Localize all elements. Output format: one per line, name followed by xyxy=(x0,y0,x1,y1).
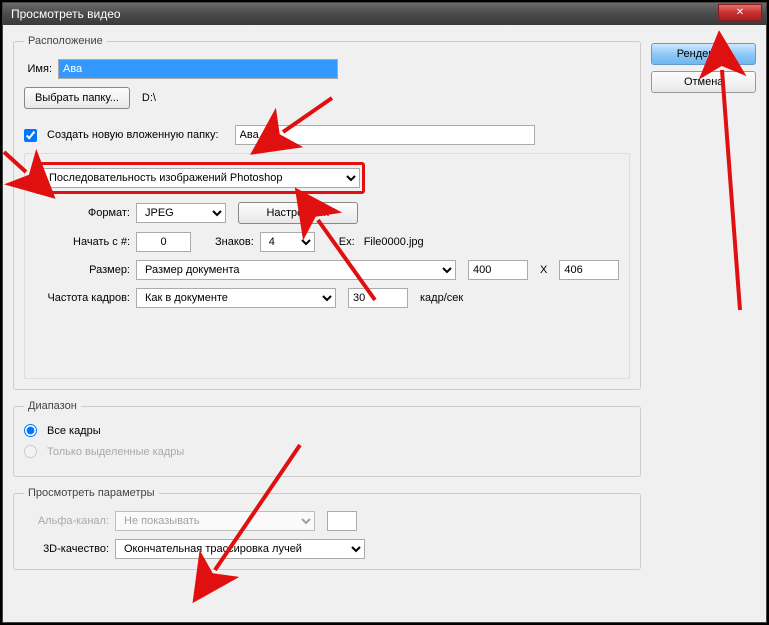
left-column: Расположение Имя: Выбрать папку... D:\ С… xyxy=(13,35,641,580)
digits-label: Знаков: xyxy=(215,236,254,248)
quality-label: 3D-качество: xyxy=(24,543,109,555)
cancel-button[interactable]: Отмена xyxy=(651,71,756,93)
preview-legend: Просмотреть параметры xyxy=(24,487,159,499)
create-subfolder-checkbox[interactable] xyxy=(24,129,37,142)
dialog-window: Просмотреть видео ✕ Расположение Имя: Вы… xyxy=(2,2,767,623)
selected-frames-radio[interactable] xyxy=(24,445,37,458)
location-fieldset: Расположение Имя: Выбрать папку... D:\ С… xyxy=(13,35,641,390)
window-title: Просмотреть видео xyxy=(11,7,121,21)
name-input[interactable] xyxy=(58,59,338,79)
sequence-type-row: Последовательность изображений Photoshop xyxy=(35,162,619,194)
fps-row: Частота кадров: Как в документе кадр/сек xyxy=(35,288,619,308)
folder-row: Выбрать папку... D:\ xyxy=(24,87,630,109)
x-separator: X xyxy=(540,264,547,276)
sequence-type-select[interactable]: Последовательность изображений Photoshop xyxy=(40,168,360,188)
alpha-extra-input[interactable] xyxy=(327,511,357,531)
format-label: Формат: xyxy=(35,207,130,219)
right-column: Рендеринг Отмена xyxy=(651,35,756,580)
format-row: Формат: JPEG Настройки... xyxy=(35,202,619,224)
alpha-label: Альфа-канал: xyxy=(24,515,109,527)
select-folder-button[interactable]: Выбрать папку... xyxy=(24,87,130,109)
format-section: Последовательность изображений Photoshop… xyxy=(24,153,630,379)
digits-select[interactable]: 4 xyxy=(260,232,315,252)
selected-frames-label: Только выделенные кадры xyxy=(47,446,184,458)
name-row: Имя: xyxy=(24,59,630,79)
close-icon: ✕ xyxy=(736,7,744,18)
content-area: Расположение Имя: Выбрать папку... D:\ С… xyxy=(3,25,766,590)
subfolder-input[interactable] xyxy=(235,125,535,145)
fps-mode-select[interactable]: Как в документе xyxy=(136,288,336,308)
height-input[interactable] xyxy=(559,260,619,280)
all-frames-label: Все кадры xyxy=(47,425,101,437)
selected-frames-row: Только выделенные кадры xyxy=(24,445,630,458)
format-select[interactable]: JPEG xyxy=(136,203,226,223)
start-input[interactable] xyxy=(136,232,191,252)
start-label: Начать с #: xyxy=(35,236,130,248)
name-label: Имя: xyxy=(24,63,52,75)
quality-row: 3D-качество: Окончательная трассировка л… xyxy=(24,539,630,559)
highlight-box: Последовательность изображений Photoshop xyxy=(35,162,365,194)
path-text: D:\ xyxy=(142,92,156,104)
alpha-select[interactable]: Не показывать xyxy=(115,511,315,531)
fps-input[interactable] xyxy=(348,288,408,308)
width-input[interactable] xyxy=(468,260,528,280)
all-frames-radio[interactable] xyxy=(24,424,37,437)
start-digits-row: Начать с #: Знаков: 4 Ex: File0000.jpg xyxy=(35,232,619,252)
alpha-row: Альфа-канал: Не показывать xyxy=(24,511,630,531)
size-row: Размер: Размер документа X xyxy=(35,260,619,280)
preview-fieldset: Просмотреть параметры Альфа-канал: Не по… xyxy=(13,487,641,570)
ex-value: File0000.jpg xyxy=(364,236,424,248)
all-frames-row: Все кадры xyxy=(24,424,630,437)
size-select[interactable]: Размер документа xyxy=(136,260,456,280)
titlebar: Просмотреть видео ✕ xyxy=(3,3,766,25)
range-fieldset: Диапазон Все кадры Только выделенные кад… xyxy=(13,400,641,477)
ex-label: Ex: xyxy=(339,236,355,248)
subfolder-row: Создать новую вложенную папку: xyxy=(24,125,630,145)
location-legend: Расположение xyxy=(24,35,107,47)
size-label: Размер: xyxy=(35,264,130,276)
fps-label: Частота кадров: xyxy=(35,292,130,304)
render-button[interactable]: Рендеринг xyxy=(651,43,756,65)
settings-button[interactable]: Настройки... xyxy=(238,202,358,224)
create-subfolder-label: Создать новую вложенную папку: xyxy=(47,129,219,141)
quality-select[interactable]: Окончательная трассировка лучей xyxy=(115,539,365,559)
fps-unit: кадр/сек xyxy=(420,292,463,304)
close-button[interactable]: ✕ xyxy=(718,4,762,21)
range-legend: Диапазон xyxy=(24,400,81,412)
